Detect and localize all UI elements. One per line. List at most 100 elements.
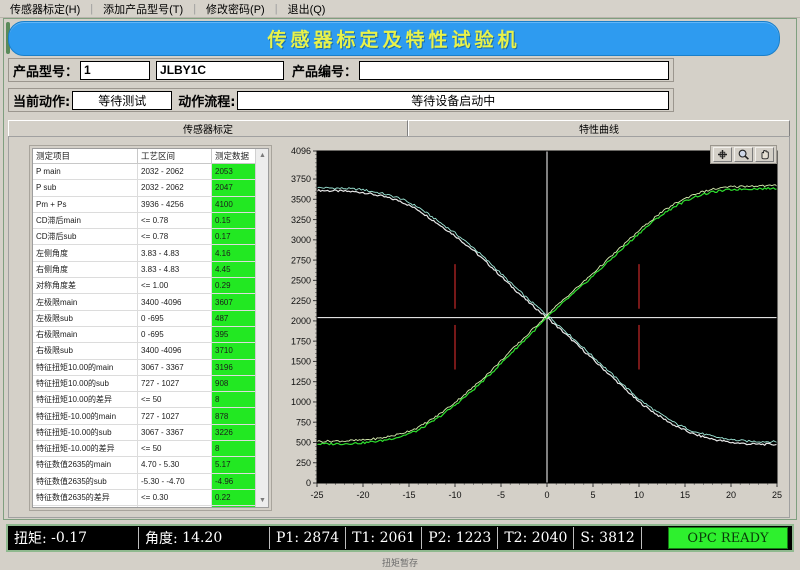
tab-sensor-calibration[interactable]: 传感器标定 [8,120,408,137]
table-row[interactable]: 特征扭矩-10.00的差异 <= 50 8 [33,440,268,458]
table-row[interactable]: 特征扭矩-10.00的main 727 - 1027 878 [33,407,268,425]
status-s-label: S: [580,530,595,546]
product-info-row: 产品型号： 1 JLBY1C 产品编号： [8,58,674,82]
svg-text:1000: 1000 [291,397,311,407]
svg-text:3750: 3750 [291,174,311,184]
cell-range: <= 50 [137,391,212,409]
table-row[interactable]: 特征扭矩10.00的差异 <= 50 8 [33,391,268,409]
product-model-input[interactable]: 1 [80,60,151,80]
table-row[interactable]: 右极限sub 3400 -4096 3710 [33,342,268,360]
scroll-down-icon[interactable]: ▼ [256,494,268,507]
svg-text:-5: -5 [497,490,505,500]
svg-text:2250: 2250 [291,296,311,306]
tab-content-panel: 测定项目 工艺区间 测定数据 P main 2032 - 2062 2053 P su… [8,136,790,518]
svg-text:-20: -20 [356,490,369,500]
table-row[interactable]: 特征数值2635的差异 <= 0.30 0.22 [33,489,268,507]
cell-item: 右极限sub [33,342,138,360]
svg-text:500: 500 [296,438,311,448]
svg-text:3250: 3250 [291,215,311,225]
cell-range: <= 0.30 [137,489,212,507]
cell-range: 4.70 - 5.30 [137,456,212,474]
table-row[interactable]: CD滞后main <= 0.78 0.15 [33,212,268,230]
table-row[interactable]: P main 2032 - 2062 2053 [33,163,268,181]
table-row[interactable]: CD滞后sub <= 0.78 0.17 [33,228,268,246]
cell-item: 对称角度差 [33,277,138,295]
svg-text:1250: 1250 [291,377,311,387]
table-row[interactable]: 特征数值2635的sub -5.30 - -4.70 -4.96 [33,473,268,490]
table-row[interactable]: 右侧角度 3.83 - 4.83 4.45 [33,261,268,279]
tab-bar: 传感器标定 特性曲线 [8,120,790,137]
table-body: P main 2032 - 2062 2053 P sub 2032 - 2062 204… [33,163,268,507]
scroll-up-icon[interactable]: ▲ [256,149,268,162]
table-row[interactable]: 左极限sub 0 -695 487 [33,310,268,327]
table-row[interactable]: 特征数值2635的main 4.70 - 5.30 5.17 [33,456,268,474]
svg-text:3500: 3500 [291,195,311,205]
hand-icon[interactable] [755,147,774,162]
magnifier-icon[interactable] [734,147,753,162]
product-model-label: 产品型号： [13,64,79,80]
cell-range: 727 - 1027 [137,407,212,425]
chart-svg[interactable]: 0250500750100012501500175020002250250027… [275,143,783,513]
cell-item: 特征扭矩10.00的差异 [33,391,138,409]
footnote-label: 扭矩暂存 [381,558,418,568]
status-p2: P2: 1223 [422,527,499,549]
svg-text:1750: 1750 [291,336,311,346]
product-name-input[interactable]: JLBY1C [156,60,285,80]
tab-label: 特性曲线 [579,125,619,136]
cell-item: 特征数值2635的main [33,456,138,474]
cell-range: <= 50 [137,440,212,458]
status-angle-value: 14.20 [182,530,223,546]
table-row[interactable]: 左极限main 3400 -4096 3607 [33,293,268,311]
status-s: S: 3812 [574,527,642,549]
status-p1: P1: 2874 [270,527,347,549]
svg-text:10: 10 [634,490,644,500]
svg-text:0: 0 [306,478,311,488]
table-row[interactable]: 对称角度差 <= 1.00 0.29 [33,277,268,295]
action-flow-label: 动作流程: [178,94,236,110]
cell-range: <= 0.78 [137,212,212,230]
svg-text:-10: -10 [448,490,461,500]
table-vertical-scrollbar[interactable]: ▲ ▼ [255,149,268,507]
svg-text:2750: 2750 [291,255,311,265]
table-row[interactable]: 右极限main 0 -695 395 [33,326,268,344]
table-row[interactable]: P sub 2032 - 2062 2047 [33,179,268,197]
table-row[interactable]: 特征扭矩10.00的sub 727 - 1027 908 [33,375,268,393]
cell-item: 左极限main [33,293,138,311]
cell-range: 727 - 1027 [137,375,212,393]
measurement-table: 测定项目 工艺区间 测定数据 P main 2032 - 2062 2053 P su… [33,149,268,507]
status-p2-value: 1223 [455,530,492,546]
svg-text:250: 250 [296,458,311,468]
table-row[interactable]: 特征扭矩10.00的main 3067 - 3367 3196 [33,359,268,376]
column-header-item: 测定项目 [33,149,138,164]
svg-text:2500: 2500 [291,276,311,286]
current-action-value: 等待测试 [72,90,173,110]
cell-item: CD滞后sub [33,228,138,246]
table-row[interactable]: 特征扭矩-10.00的sub 3067 - 3367 3226 [33,424,268,442]
table-row[interactable]: Pm + Ps 3936 - 4256 4100 [33,196,268,213]
app-title-banner: 传感器标定及特性试验机 [8,21,780,56]
crosshair-icon[interactable] [713,147,732,162]
status-t1-label: T1: [352,530,376,546]
menu-item-exit[interactable]: 退出(Q) [278,1,336,17]
table-row[interactable]: 特征数值1459的main-5.30 - -4.70-5.15 [33,505,268,507]
menu-item-add-product-model[interactable]: 添加产品型号(T) [93,1,193,17]
table-row[interactable]: 左侧角度 3.83 - 4.83 4.16 [33,244,268,262]
status-p1-label: P1: [276,530,300,546]
svg-text:25: 25 [772,490,782,500]
product-serial-input[interactable] [359,60,669,80]
cell-range: 0 -695 [137,326,212,344]
application-window: 传感器标定(H) | 添加产品型号(T) | 修改密码(P) | 退出(Q) 传… [0,0,800,570]
tab-characteristic-curve[interactable]: 特性曲线 [408,120,790,137]
product-serial-label: 产品编号： [292,64,358,80]
column-header-range: 工艺区间 [137,149,212,164]
menu-item-change-password[interactable]: 修改密码(P) [196,1,275,17]
status-t1: T1: 2061 [346,527,423,549]
cell-item: 特征扭矩-10.00的main [33,407,138,425]
cell-item: 特征数值1459的main [33,505,138,507]
cell-item: P sub [33,179,138,197]
menu-item-sensor-calibration[interactable]: 传感器标定(H) [0,1,90,17]
cell-item: P main [33,163,138,181]
measurement-table-scroll-area[interactable]: 测定项目 工艺区间 测定数据 P main 2032 - 2062 2053 P su… [32,148,269,508]
characteristic-chart: 0 250 500 750 1000 1250 1500 1750 2000 2250 2500 27… [275,143,783,513]
svg-text:-25: -25 [310,490,323,500]
